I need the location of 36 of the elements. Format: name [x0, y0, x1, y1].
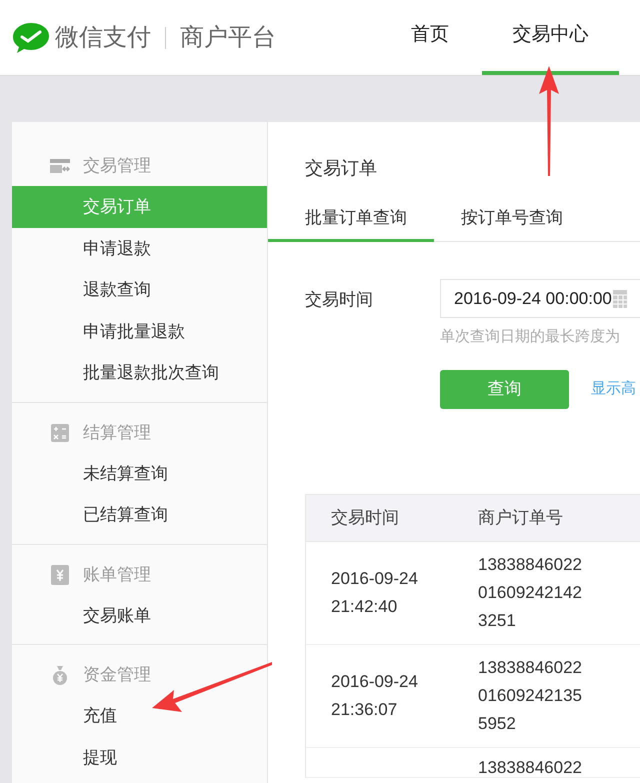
calculator-icon	[51, 424, 69, 442]
sidebar-item[interactable]: 已结算查询	[12, 494, 267, 536]
sidebar-item[interactable]: 充值	[12, 695, 267, 736]
sidebar-item[interactable]: 退款查询	[12, 269, 267, 310]
money-bag-icon	[51, 665, 69, 685]
nav-tab[interactable]: 交易中心	[482, 0, 619, 75]
query-tab[interactable]: 按订单号查询	[434, 200, 594, 242]
sidebar-item[interactable]: 批量退款批次查询	[12, 352, 267, 394]
sidebar-item[interactable]: 申请退款	[12, 228, 267, 269]
group-title: 结算管理	[83, 422, 151, 444]
group-title: 交易管理	[83, 155, 151, 178]
sidebar-item[interactable]: 申请批量退款	[12, 310, 267, 352]
table-cell-text: 13838846022	[478, 756, 582, 778]
hint-text: 单次查询日期的最长跨度为	[440, 327, 621, 347]
table-cell-text: 2016-09-24 21:42:40	[331, 568, 419, 618]
table-cell-text: 13838846022 01609242135 5952	[478, 656, 582, 734]
nav-tab[interactable]: 首页	[378, 0, 482, 75]
sidebar-item[interactable]: 未结算查询	[12, 452, 267, 494]
query-tab[interactable]: 批量订单查询	[268, 200, 434, 242]
table-cell-text: 2016-09-24 21:36:07	[331, 670, 419, 720]
brand-name: 微信支付	[55, 22, 151, 52]
date-input[interactable]: 2016-09-24 00:00:00	[440, 279, 640, 318]
column-header: 商户订单号	[478, 506, 563, 529]
card-icon	[50, 159, 70, 173]
group-title: 账单管理	[83, 564, 151, 586]
table-cell-text: 13838846022 01609242142 3251	[478, 554, 582, 632]
calendar-icon	[612, 290, 627, 308]
group-title: 资金管理	[83, 664, 151, 686]
chat-bubble-logo-icon	[12, 22, 50, 54]
page-title: 交易订单	[305, 157, 378, 180]
field-label: 交易时间	[305, 289, 374, 311]
platform-name: 商户平台	[180, 22, 276, 52]
yen-bill-icon	[51, 564, 69, 584]
sidebar-item[interactable]: 提现	[12, 736, 267, 778]
sidebar-item[interactable]: 交易账单	[12, 594, 267, 636]
column-header: 交易时间	[330, 506, 400, 529]
